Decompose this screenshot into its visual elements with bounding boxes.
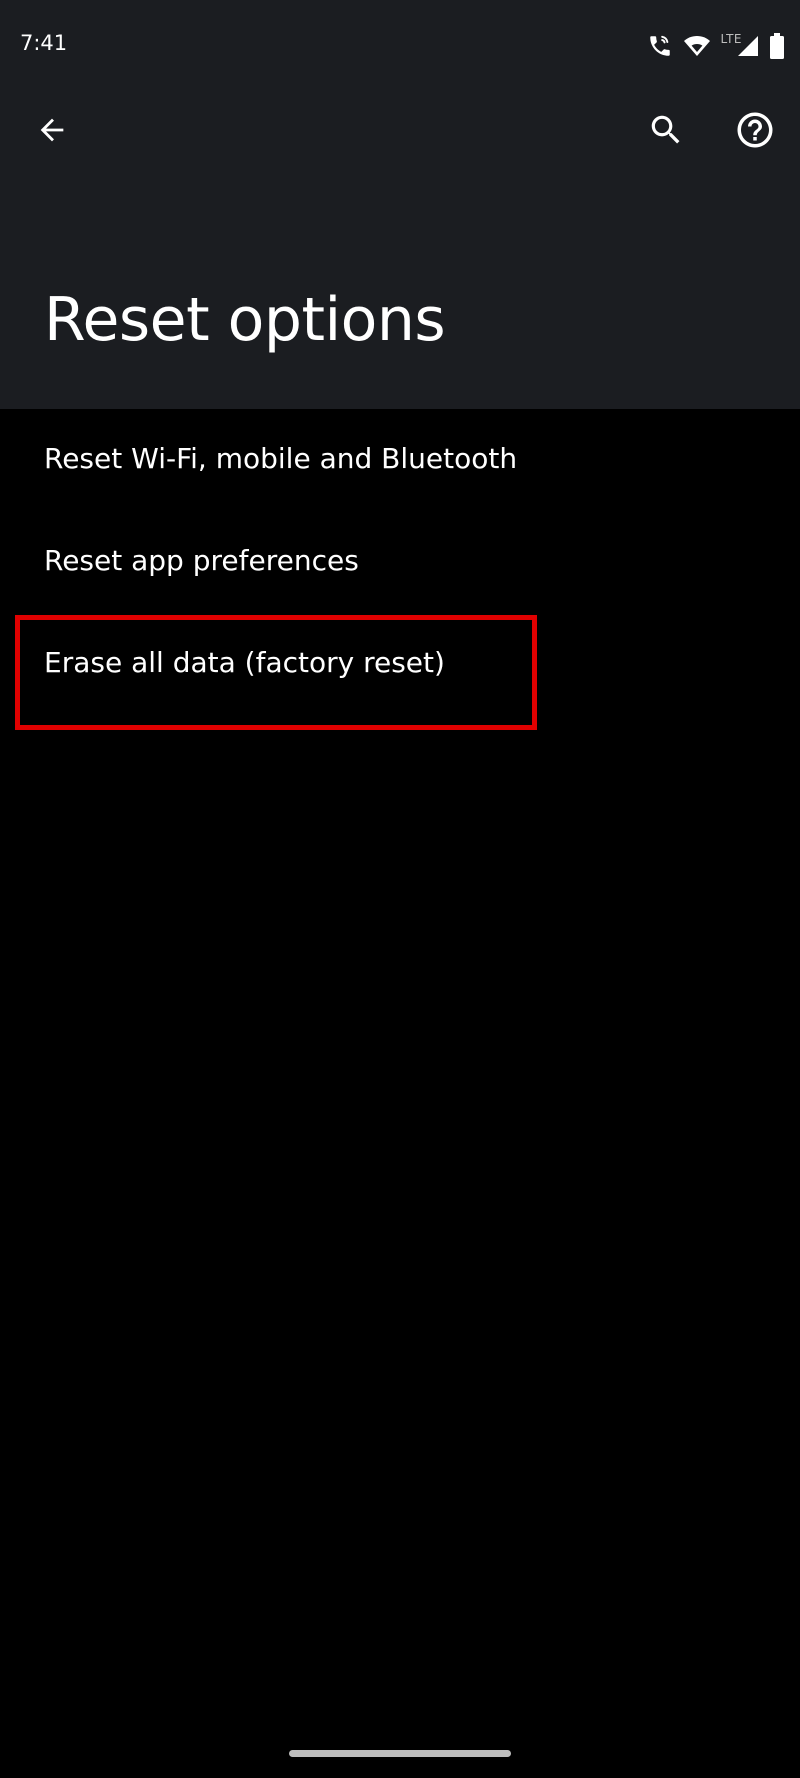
reset-network-settings-item[interactable]: Reset Wi-Fi, mobile and Bluetooth — [0, 409, 800, 511]
arrow-left-icon — [40, 118, 64, 142]
factory-reset-item[interactable]: Erase all data (factory reset) — [0, 613, 800, 715]
gesture-nav-handle[interactable] — [289, 1750, 511, 1757]
reset-app-preferences-item[interactable]: Reset app preferences — [0, 511, 800, 613]
app-header: 7:41 LTE Reset options — [0, 0, 800, 409]
wifi-icon — [683, 34, 711, 58]
search-icon — [651, 115, 680, 144]
status-icons: LTE — [637, 30, 784, 62]
battery-icon — [770, 33, 784, 59]
screen: 7:41 LTE Reset options Reset Wi-Fi, mobi… — [0, 0, 800, 1778]
reset-options-list: Reset Wi-Fi, mobile and Bluetooth Reset … — [0, 409, 800, 715]
page-title: Reset options — [44, 285, 446, 355]
status-time: 7:41 — [20, 31, 68, 55]
cell-signal-icon: LTE — [721, 32, 760, 58]
help-circle-icon — [737, 112, 773, 148]
status-bar: 7:41 LTE — [0, 0, 800, 92]
help-button[interactable] — [723, 98, 787, 162]
list-item-label: Reset Wi-Fi, mobile and Bluetooth — [44, 442, 518, 475]
list-item-label: Reset app preferences — [44, 544, 359, 577]
search-button[interactable] — [634, 98, 698, 162]
wifi-calling-icon — [647, 33, 673, 59]
back-button[interactable] — [20, 98, 84, 162]
list-item-label: Erase all data (factory reset) — [44, 646, 445, 679]
